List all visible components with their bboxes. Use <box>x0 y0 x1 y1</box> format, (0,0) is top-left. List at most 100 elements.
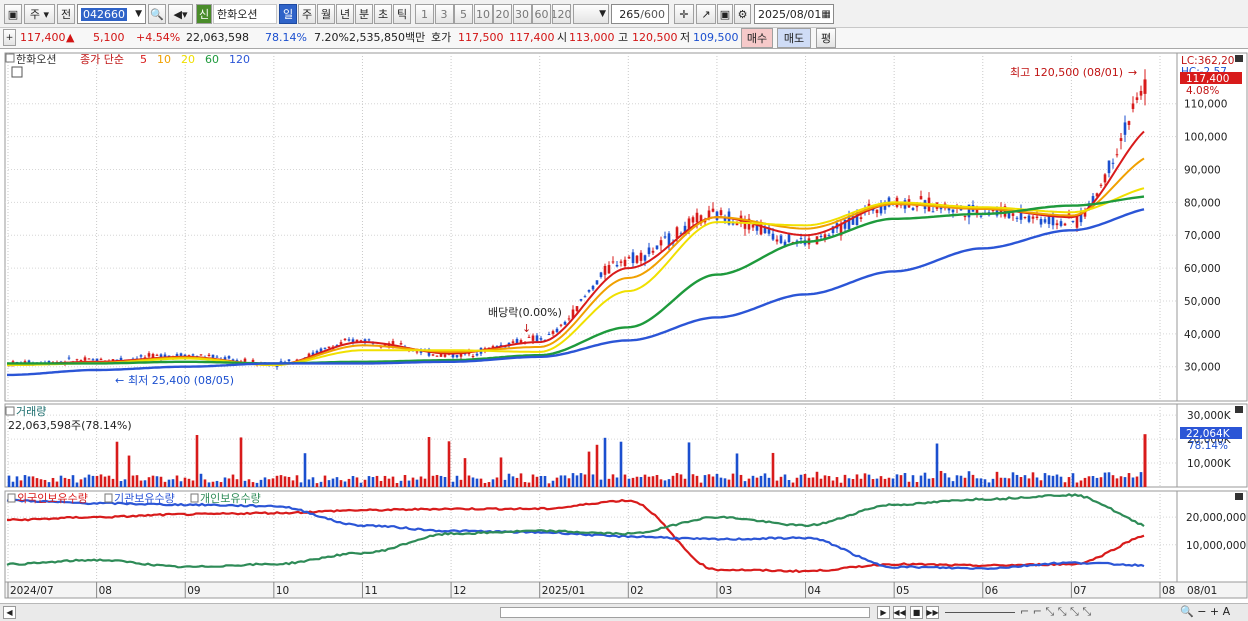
expand-icon[interactable]: + <box>3 29 16 46</box>
period-button-0[interactable]: 일 <box>279 4 297 24</box>
volume-bar-215 <box>867 474 871 487</box>
chart-area[interactable]: 2024/07 08 09 10 11 12 2025/01 02 03 04 05 06 07 08 08… <box>0 49 1248 603</box>
volume-bar-136 <box>551 480 555 487</box>
candle-body-140 <box>567 318 571 320</box>
speaker-icon[interactable]: ◀▾ <box>168 4 193 24</box>
volume-bar-154 <box>623 474 627 487</box>
volume-bar-160 <box>647 476 651 487</box>
candle-body-236 <box>951 209 955 213</box>
period-button-6[interactable]: 틱 <box>393 4 411 24</box>
rewind-icon[interactable]: ◀◀ <box>893 606 906 619</box>
interval-button-5[interactable]: 5 <box>454 4 473 24</box>
calendar-icon[interactable]: ▦ <box>821 9 830 20</box>
window-icon[interactable]: ▣ <box>4 4 22 24</box>
period-button-5[interactable]: 초 <box>374 4 392 24</box>
period-button-3[interactable]: 년 <box>336 4 354 24</box>
stop-icon[interactable]: ■ <box>910 606 923 619</box>
volume-bar-279 <box>1123 477 1127 487</box>
candle-body-195 <box>787 233 791 243</box>
volume-bar-26 <box>111 478 115 487</box>
volume-bar-233 <box>939 470 943 487</box>
crosshair-icon[interactable]: ✛ <box>674 4 694 24</box>
volume-bar-135 <box>547 483 551 487</box>
volume-bar-267 <box>1075 482 1079 487</box>
interval-dropdown[interactable]: ▼ <box>573 4 609 24</box>
candle-body-55 <box>227 356 231 359</box>
volume-bar-75 <box>307 479 311 487</box>
count-input[interactable]: 265/600 <box>611 4 669 24</box>
volume-bar-63 <box>259 479 263 487</box>
candle-body-280 <box>1127 121 1131 125</box>
play-icon[interactable]: ▶ <box>877 606 890 619</box>
sell-button[interactable]: 매도 <box>777 28 811 48</box>
eval-button[interactable]: 평 <box>816 28 836 48</box>
stock-chart[interactable]: 2024/07 08 09 10 11 12 2025/01 02 03 04 05 06 07 08 08… <box>0 49 1248 603</box>
candle-body-144 <box>583 296 587 298</box>
search-icon[interactable]: 🔍 <box>148 4 166 24</box>
volume-bar-last <box>1143 434 1147 487</box>
candle-body-162 <box>655 245 659 250</box>
range-icons[interactable]: ⌐ ⌐ ⤡ ⤡ ⤡ ⤡ <box>1020 605 1091 619</box>
fast-forward-icon[interactable]: ▶▶ <box>926 606 939 619</box>
zoom-icons[interactable]: 🔍 − + A <box>1180 605 1230 619</box>
gear-icon[interactable]: ⚙ <box>734 4 751 24</box>
volume-bar-119 <box>483 482 487 487</box>
scroll-left-icon[interactable]: ◀ <box>3 606 16 619</box>
interval-button-3[interactable]: 3 <box>434 4 454 24</box>
volume-bar-245 <box>987 482 991 487</box>
volume-bar-242 <box>975 478 979 487</box>
price-tick-4: 70,000 <box>1184 230 1221 242</box>
volume-bar-162 <box>655 474 659 487</box>
x-tick-label-1: 08 <box>99 585 112 597</box>
volume-bar-146 <box>591 474 595 487</box>
volume-bar-100 <box>407 480 411 487</box>
period-button-4[interactable]: 분 <box>355 4 373 24</box>
candle-body-282 <box>1135 97 1139 100</box>
interval-button-10[interactable]: 10 <box>473 4 493 24</box>
horizontal-scrollbar[interactable]: ◀ ▶ ◀◀ ■ ▶▶ ⌐ ⌐ ⤡ ⤡ ⤡ ⤡ 🔍 − + A <box>0 603 1248 621</box>
volume-bar-148 <box>599 479 603 487</box>
volume-bar-92 <box>375 475 379 487</box>
volume-bar-112 <box>455 475 459 487</box>
save-icon[interactable]: ▣ <box>717 4 733 24</box>
zoom-track[interactable] <box>945 612 1015 613</box>
stock-code-input[interactable]: 042660 ▼ <box>77 4 146 24</box>
volume-bar-91 <box>371 477 375 487</box>
prev-button[interactable]: 전 <box>57 4 75 24</box>
period-button-1[interactable]: 주 <box>298 4 316 24</box>
interval-button-60[interactable]: 60 <box>532 4 551 24</box>
volume-bar-236 <box>951 481 955 487</box>
candle-body-256 <box>1031 216 1035 219</box>
interval-button-120[interactable]: 120 <box>551 4 571 24</box>
volume-bar-238 <box>959 475 963 487</box>
volume-bar-11 <box>51 477 55 487</box>
menu-dropdown[interactable]: 주 ▾ <box>24 4 55 24</box>
volume-bar-272 <box>1095 477 1099 487</box>
interval-button-20[interactable]: 20 <box>493 4 512 24</box>
volume-bar-49 <box>203 479 207 487</box>
volume-bar-46 <box>191 480 195 487</box>
chevron-down-icon[interactable]: ▼ <box>135 9 142 19</box>
volume-bar-77 <box>315 483 319 487</box>
period-button-2[interactable]: 월 <box>317 4 335 24</box>
volume-bar-157 <box>635 476 639 487</box>
x-tick-label-5: 12 <box>453 585 466 597</box>
low-price: 109,500 <box>693 31 739 44</box>
buy-button[interactable]: 매수 <box>741 28 773 48</box>
volume-bar-82 <box>335 477 339 487</box>
candle-body-164 <box>663 236 667 238</box>
candle-body-102 <box>415 351 419 353</box>
volume-bar-53 <box>219 482 223 487</box>
volume-bar-131 <box>531 474 535 487</box>
interval-button-1[interactable]: 1 <box>415 4 434 24</box>
volume-bar-263 <box>1059 476 1063 487</box>
interval-button-30[interactable]: 30 <box>512 4 532 24</box>
date-input[interactable]: 2025/08/01 ▦ <box>754 4 834 24</box>
panel-close-icon-2 <box>1235 493 1243 500</box>
volume-bar-204 <box>823 475 827 487</box>
candle-body-28 <box>119 357 123 361</box>
candle-body-148 <box>599 272 603 277</box>
volume-bar-52 <box>215 480 219 487</box>
scroll-thumb[interactable] <box>500 607 870 618</box>
draw-icon[interactable]: ↗ <box>696 4 716 24</box>
